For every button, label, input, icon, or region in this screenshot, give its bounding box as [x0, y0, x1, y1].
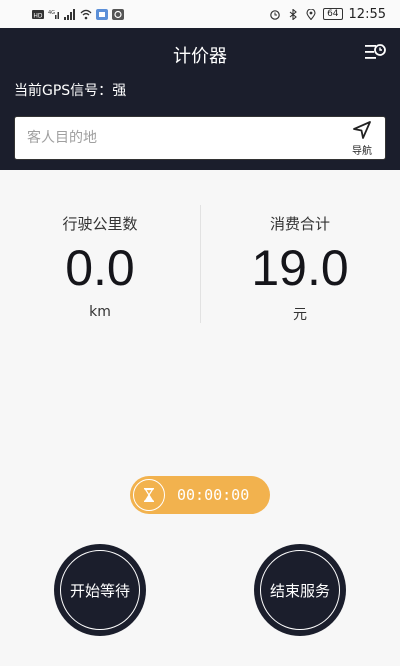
hd-icon: HD — [32, 9, 44, 19]
battery-indicator: 64 — [323, 8, 343, 20]
svg-text:HD: HD — [33, 12, 43, 19]
wait-timer-value: 00:00:00 — [177, 486, 250, 504]
status-time: 12:55 — [348, 6, 386, 22]
app-icon-1 — [96, 8, 108, 20]
app-icon-2 — [112, 8, 124, 20]
gps-signal-status: 当前GPS信号：强 — [14, 80, 126, 100]
fare-metrics: 行驶公里数 0.0 km 消费合计 19.0 元 — [0, 205, 400, 325]
order-list-icon[interactable] — [364, 42, 386, 62]
location-icon — [306, 8, 316, 20]
start-wait-button[interactable]: 开始等待 — [56, 546, 144, 634]
wifi-icon — [80, 9, 92, 19]
navigate-arrow-icon — [353, 120, 371, 139]
navigate-button[interactable]: 导航 — [339, 117, 385, 159]
fare-label: 消费合计 — [269, 215, 330, 233]
fare-value: 19.0 — [251, 240, 349, 296]
distance-unit: km — [89, 304, 111, 320]
navigate-label: 导航 — [352, 145, 372, 157]
svg-text:4G: 4G — [48, 10, 55, 16]
gps-signal-value: 强 — [112, 83, 127, 99]
status-bar: HD 4G 64 12:55 — [0, 0, 400, 28]
distance-value: 0.0 — [65, 240, 135, 296]
destination-field: 导航 — [14, 116, 386, 160]
signal-bars-icon — [64, 8, 75, 20]
end-service-button[interactable]: 结束服务 — [256, 546, 344, 634]
distance-label: 行驶公里数 — [62, 215, 138, 233]
page-title: 计价器 — [173, 46, 227, 67]
status-icons-left: HD 4G — [32, 8, 124, 20]
distance-metric: 行驶公里数 0.0 km — [0, 205, 200, 320]
bluetooth-icon — [289, 8, 297, 20]
fare-unit: 元 — [293, 307, 307, 323]
hourglass-icon — [133, 479, 165, 511]
signal-4g-icon: 4G — [48, 10, 59, 19]
alarm-icon — [270, 9, 280, 20]
wait-timer: 00:00:00 — [130, 476, 270, 514]
status-icons-right: 64 12:55 — [269, 7, 386, 22]
fare-metric: 消费合计 19.0 元 — [200, 205, 400, 324]
gps-signal-label: 当前GPS信号： — [14, 83, 113, 99]
destination-input[interactable] — [15, 117, 339, 159]
